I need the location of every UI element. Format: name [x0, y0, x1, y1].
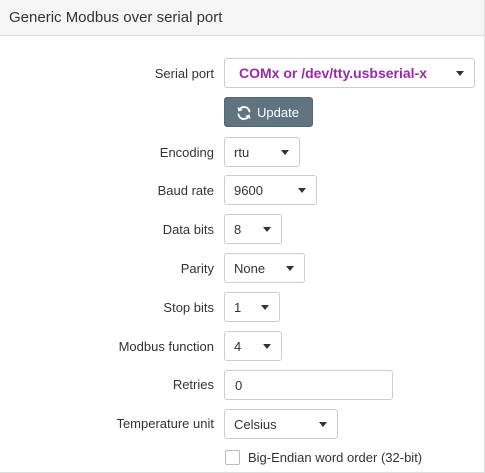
parity-value: None: [234, 261, 266, 276]
chevron-down-icon: [286, 266, 294, 271]
modbus-function-select[interactable]: 4: [224, 331, 282, 361]
data-bits-select[interactable]: 8: [224, 214, 282, 244]
data-bits-value: 8: [234, 222, 242, 237]
retries-value: 0: [235, 378, 243, 393]
baud-rate-value: 9600: [234, 183, 263, 198]
retries-label: Retries: [172, 377, 214, 392]
modbus-function-label: Modbus function: [118, 339, 214, 354]
stop-bits-value: 1: [234, 300, 242, 315]
chevron-down-icon: [298, 188, 306, 193]
update-button[interactable]: Update: [224, 97, 313, 127]
temperature-unit-value: Celsius: [234, 417, 277, 432]
panel-title: Generic Modbus over serial port: [9, 9, 223, 26]
temperature-unit-select[interactable]: Celsius: [224, 409, 338, 439]
encoding-label: Encoding: [159, 145, 214, 160]
serial-port-select[interactable]: COMx or /dev/tty.usbserial-x: [224, 58, 475, 88]
data-bits-label: Data bits: [162, 222, 214, 237]
chevron-down-icon: [456, 71, 464, 76]
stop-bits-select[interactable]: 1: [224, 292, 280, 322]
parity-label: Parity: [180, 261, 214, 276]
chevron-down-icon: [263, 227, 271, 232]
chevron-down-icon: [261, 305, 269, 310]
panel-heading: Generic Modbus over serial port: [0, 0, 484, 36]
refresh-icon: [237, 106, 251, 120]
chevron-down-icon: [281, 150, 289, 155]
encoding-select[interactable]: rtu: [224, 137, 300, 167]
baud-rate-label: Baud rate: [157, 183, 214, 198]
encoding-value: rtu: [234, 145, 250, 160]
temperature-unit-label: Temperature unit: [116, 416, 214, 431]
chevron-down-icon: [319, 422, 327, 427]
modbus-function-value: 4: [234, 339, 242, 354]
update-button-label: Update: [257, 105, 299, 120]
retries-input[interactable]: 0: [224, 370, 393, 400]
big-endian-label[interactable]: Big-Endian word order (32-bit): [248, 450, 422, 465]
serial-port-value: COMx or /dev/tty.usbserial-x: [239, 65, 428, 81]
big-endian-checkbox[interactable]: [225, 450, 240, 465]
parity-select[interactable]: None: [224, 253, 305, 283]
stop-bits-label: Stop bits: [163, 300, 214, 315]
baud-rate-select[interactable]: 9600: [224, 175, 317, 205]
serial-port-label: Serial port: [154, 66, 214, 81]
chevron-down-icon: [263, 344, 271, 349]
